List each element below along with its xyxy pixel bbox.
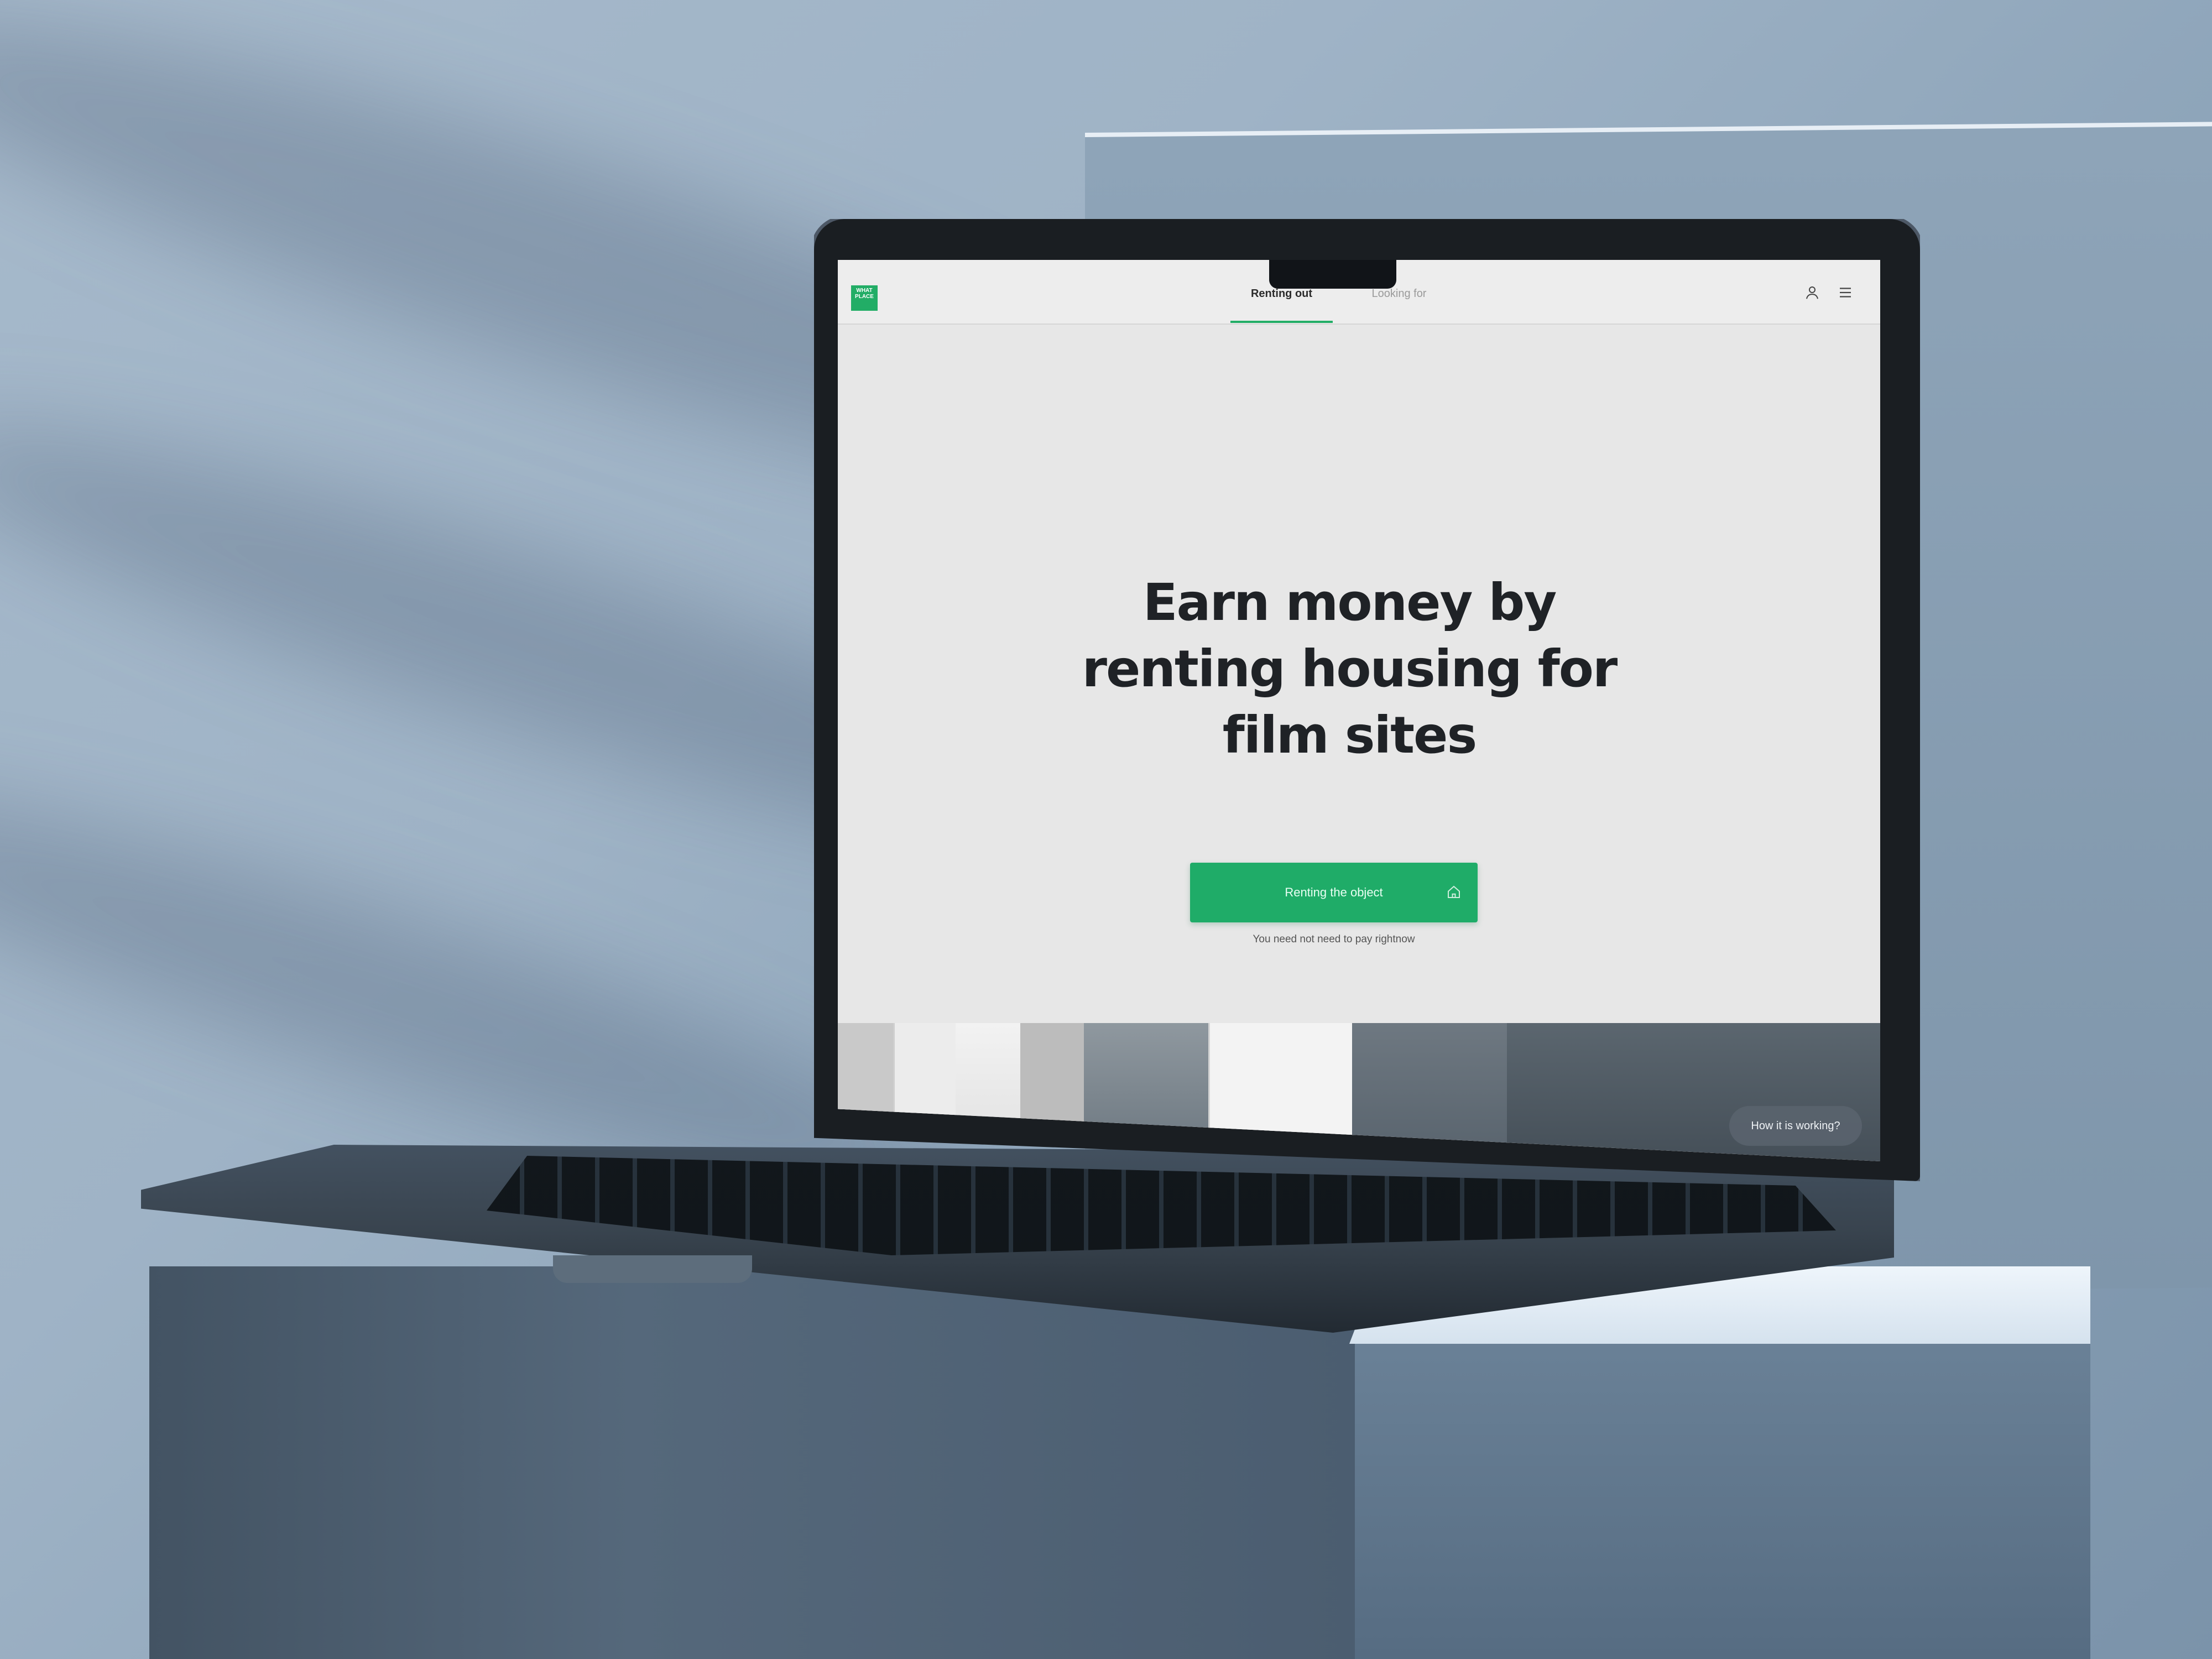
website-screen: WHAT PLACE Renting out Looking for Earn … (838, 260, 1880, 1161)
pedestal (149, 1266, 1355, 1659)
headline-line: film sites (1222, 706, 1477, 765)
renting-the-object-button[interactable]: Renting the object (1190, 863, 1478, 922)
menu-icon[interactable] (1837, 284, 1854, 301)
cta-label: Renting the object (1285, 885, 1383, 899)
user-icon[interactable] (1804, 284, 1820, 301)
how-it-works-button[interactable]: How it is working? (1729, 1106, 1862, 1146)
headline-line: renting housing for (1082, 639, 1618, 698)
home-icon (1448, 885, 1460, 898)
logo-text-line2: PLACE (855, 294, 874, 300)
hero-headline: Earn money by renting housing for film s… (1070, 570, 1629, 769)
laptop-lip (553, 1255, 752, 1283)
camera-notch (1269, 260, 1396, 289)
tab-looking-for[interactable]: Looking for (1355, 288, 1443, 323)
logo[interactable]: WHAT PLACE (851, 285, 878, 311)
pedestal-side (1355, 1338, 2090, 1659)
headline-line: Earn money by (1142, 573, 1557, 632)
payment-note: You need not need to pay rightnow (1253, 933, 1415, 945)
tab-renting-out[interactable]: Renting out (1230, 288, 1333, 323)
logo-text-line1: WHAT (856, 288, 873, 294)
